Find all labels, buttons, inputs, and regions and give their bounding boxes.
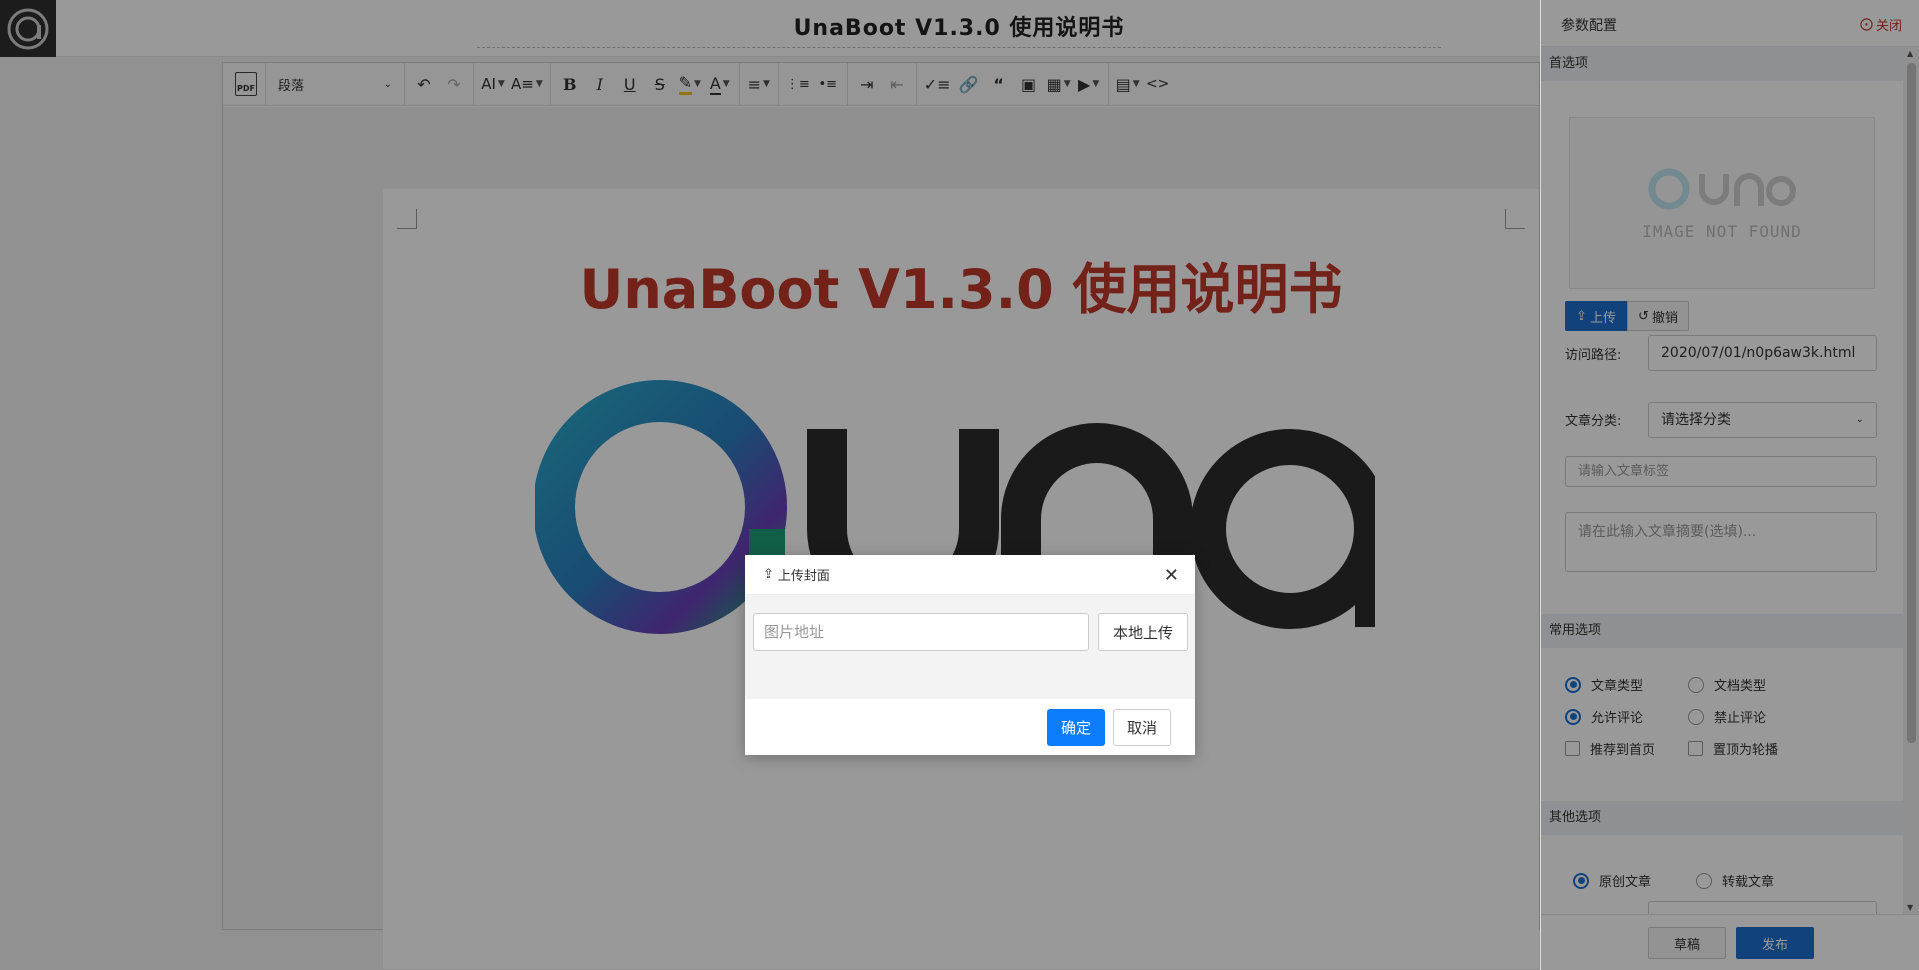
dialog-header: ⇪ 上传封面 bbox=[745, 555, 1195, 595]
upload-icon: ⇪ bbox=[763, 567, 774, 582]
confirm-button[interactable]: 确定 bbox=[1047, 709, 1105, 746]
panel-overlay bbox=[1541, 0, 1919, 970]
image-url-input[interactable]: 图片地址 bbox=[753, 613, 1089, 651]
local-upload-button[interactable]: 本地上传 bbox=[1098, 613, 1188, 651]
settings-panel: 参数配置 ⨀ 关闭 首选项 IMAGE NOT FOUND ⇪ 上传 ↺ 撤销 … bbox=[1540, 0, 1919, 970]
upload-cover-dialog: ⇪ 上传封面 ✕ 图片地址 本地上传 确定 取消 bbox=[745, 555, 1195, 755]
dialog-title: 上传封面 bbox=[777, 569, 830, 584]
dialog-footer: 确定 取消 bbox=[745, 699, 1195, 755]
cancel-button[interactable]: 取消 bbox=[1113, 709, 1171, 746]
dialog-body: 图片地址 本地上传 bbox=[745, 595, 1195, 699]
close-icon[interactable]: ✕ bbox=[1164, 565, 1179, 586]
